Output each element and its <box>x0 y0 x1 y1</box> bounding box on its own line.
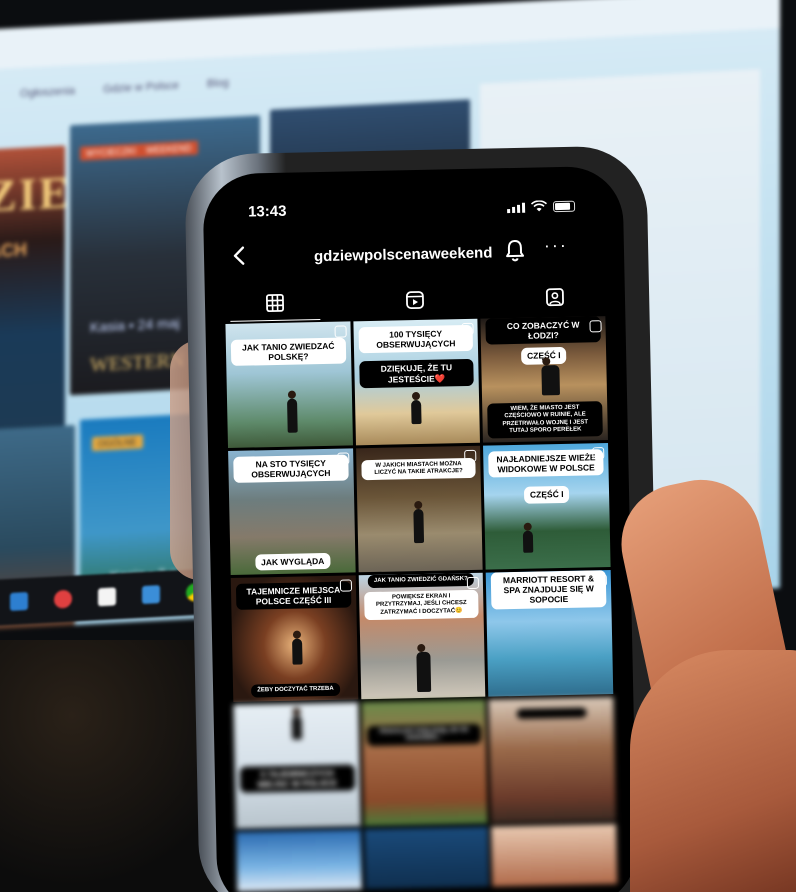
post-thumbnail[interactable] <box>491 823 618 887</box>
post-caption-secondary: DZIĘKUJĘ, ŻE TU JESTEŚCIE❤️ <box>358 359 475 388</box>
profile-header: gdziewpolscenaweekend ··· <box>204 230 625 279</box>
wifi-icon <box>530 200 548 212</box>
status-time: 13:43 <box>247 202 287 221</box>
post-caption-note: WIEM, ŻE MIASTO JEST CZĘŚCIOWO W RUINIE,… <box>487 401 603 439</box>
post-caption: CO ZOBACZYĆ W ŁODZI? <box>485 316 601 345</box>
post-thumbnail[interactable] <box>236 829 362 892</box>
status-icons <box>507 200 576 214</box>
post-caption: W JAKICH MIASTACH MOŻNA LICZYĆ NA TAKIE … <box>360 457 477 481</box>
reel-badge-icon <box>334 325 347 338</box>
post-thumbnail[interactable]: JAK TANIO ZWIEDZIĆ GDAŃSK? POWIĘKSZ EKRA… <box>358 572 486 700</box>
post-caption: JAK TANIO ZWIEDZAĆ POLSKĘ? <box>230 337 346 367</box>
post-caption: TAJEMNICZE MIEJSCA POLSCE CZĘŚĆ III <box>235 581 352 611</box>
tab-reels[interactable] <box>345 281 486 320</box>
hand <box>630 650 796 892</box>
post-thumbnail[interactable]: JAK TANIO ZWIEDZAĆ POLSKĘ? <box>225 321 353 449</box>
reel-badge-icon <box>461 322 475 336</box>
bell-icon[interactable] <box>504 238 526 262</box>
reel-badge-icon <box>336 452 350 465</box>
post-thumbnail[interactable] <box>488 696 616 824</box>
browser-tab: Gdzie w Polsce <box>103 79 179 96</box>
photo-scene: Ogłoszenia Gdzie w Polsce Blog ZIEW ACH … <box>0 0 796 892</box>
back-arrow-icon[interactable] <box>228 243 252 267</box>
reel-badge-icon <box>594 574 607 587</box>
post-caption: NAJŁADNIEJSZE WIEŻE WIDOKOWE W POLSCE <box>488 449 604 478</box>
media-icon <box>54 589 72 609</box>
post-caption: JAK TANIO ZWIEDZIĆ GDAŃSK? <box>367 572 474 589</box>
battery-icon <box>552 200 576 213</box>
post-caption: Historia jest moją pasją, ale nie wiedzi… <box>366 723 482 747</box>
tile-headline: ZIEW <box>0 163 65 222</box>
post-thumbnail[interactable]: TAJEMNICZE MIEJSCA POLSCE CZĘŚĆ III ŻEBY… <box>230 575 358 702</box>
store-icon <box>98 587 116 607</box>
browser-bar <box>0 0 780 70</box>
browser-tab: Blog <box>206 76 229 91</box>
person-figure <box>523 530 534 553</box>
phone-screen: 13:43 gdziewpolscenaweekend ··· JAK TANI… <box>202 165 638 892</box>
post-caption-secondary: POWIĘKSZ EKRAN I PRZYTRZYMAJ, JEŚLI CHCE… <box>363 589 479 620</box>
post-caption: 100 TYSIĘCY OBSERWUJĄCYCH <box>358 324 474 354</box>
tab-tagged[interactable] <box>485 278 626 317</box>
post-thumbnail[interactable]: 100 TYSIĘCY OBSERWUJĄCYCH DZIĘKUJĘ, ŻE T… <box>353 318 481 446</box>
more-options-icon[interactable]: ··· <box>544 235 568 256</box>
mail-icon <box>142 585 160 605</box>
browser-tabs: Ogłoszenia Gdzie w Polsce Blog <box>20 77 229 100</box>
browser-tab: Ogłoszenia <box>20 85 76 100</box>
post-caption: NA STO TYSIĘCY OBSERWUJĄCYCH <box>233 454 349 484</box>
post-thumbnail[interactable] <box>363 826 490 890</box>
person-figure <box>287 398 298 433</box>
post-author: Kasia • 24 maj <box>90 314 180 336</box>
post-caption <box>516 707 587 720</box>
profile-tabs <box>205 278 626 323</box>
post-caption-secondary: ŻEBY DOCZYTAĆ TRZEBA <box>251 682 340 698</box>
post-caption-secondary: CZĘŚĆ I <box>523 486 570 504</box>
reel-badge-icon <box>592 447 605 460</box>
reel-badge-icon <box>589 320 602 333</box>
person-figure <box>541 365 561 396</box>
status-bar: 13:43 <box>202 166 623 235</box>
tile-tag: WEEKEND <box>140 140 198 158</box>
post-thumbnail[interactable]: NAJŁADNIEJSZE WIEŻE WIDOKOWE W POLSCE CZ… <box>483 443 611 570</box>
person-figure <box>416 651 431 693</box>
grid-icon <box>265 293 285 313</box>
blog-tile-header: ZIEW ACH <box>0 145 65 460</box>
signal-icon <box>507 202 526 214</box>
tile-tag: OGÓLNE <box>92 434 143 452</box>
profile-username: gdziewpolscenaweekend <box>313 244 493 266</box>
post-thumbnail[interactable]: Historia jest moją pasją, ale nie wiedzi… <box>361 699 489 827</box>
tagged-icon <box>545 288 564 307</box>
person-figure <box>413 508 424 544</box>
post-thumbnail[interactable]: W JAKICH MIASTACH MOŻNA LICZYĆ NA TAKIE … <box>355 445 483 573</box>
post-caption: MARRIOTT RESORT & SPA ZNAJDUJE SIĘ W SOP… <box>491 570 607 610</box>
post-thumbnail[interactable]: MARRIOTT RESORT & SPA ZNAJDUJE SIĘ W SOP… <box>486 570 614 697</box>
person-figure <box>292 638 303 665</box>
reel-badge-icon <box>467 576 480 590</box>
post-caption-secondary: JAK WYGLĄDA <box>254 552 331 571</box>
reel-badge-icon <box>339 579 352 592</box>
post-thumbnail[interactable]: CO ZOBACZYĆ W ŁODZI? CZĘŚĆ I WIEM, ŻE MI… <box>480 316 608 443</box>
tab-posts-grid[interactable] <box>205 284 346 323</box>
post-thumbnail[interactable]: NA STO TYSIĘCY OBSERWUJĄCYCH JAK WYGLĄDA <box>228 448 356 575</box>
tile-subline: ACH <box>0 239 27 262</box>
posts-grid: JAK TANIO ZWIEDZAĆ POLSKĘ? 100 TYSIĘCY O… <box>225 316 618 892</box>
person-figure <box>291 715 303 740</box>
post-thumbnail[interactable]: 5 TAJEMNICZYCH MIEJSC W POLSCE <box>233 702 361 829</box>
post-caption: 5 TAJEMNICZYCH MIEJSC W POLSCE <box>239 764 355 794</box>
reels-icon <box>405 291 424 310</box>
tile-tag: WYCIECZKI <box>80 143 143 161</box>
window-icon <box>10 592 28 611</box>
person-figure <box>410 399 422 425</box>
reel-badge-icon <box>464 449 477 463</box>
